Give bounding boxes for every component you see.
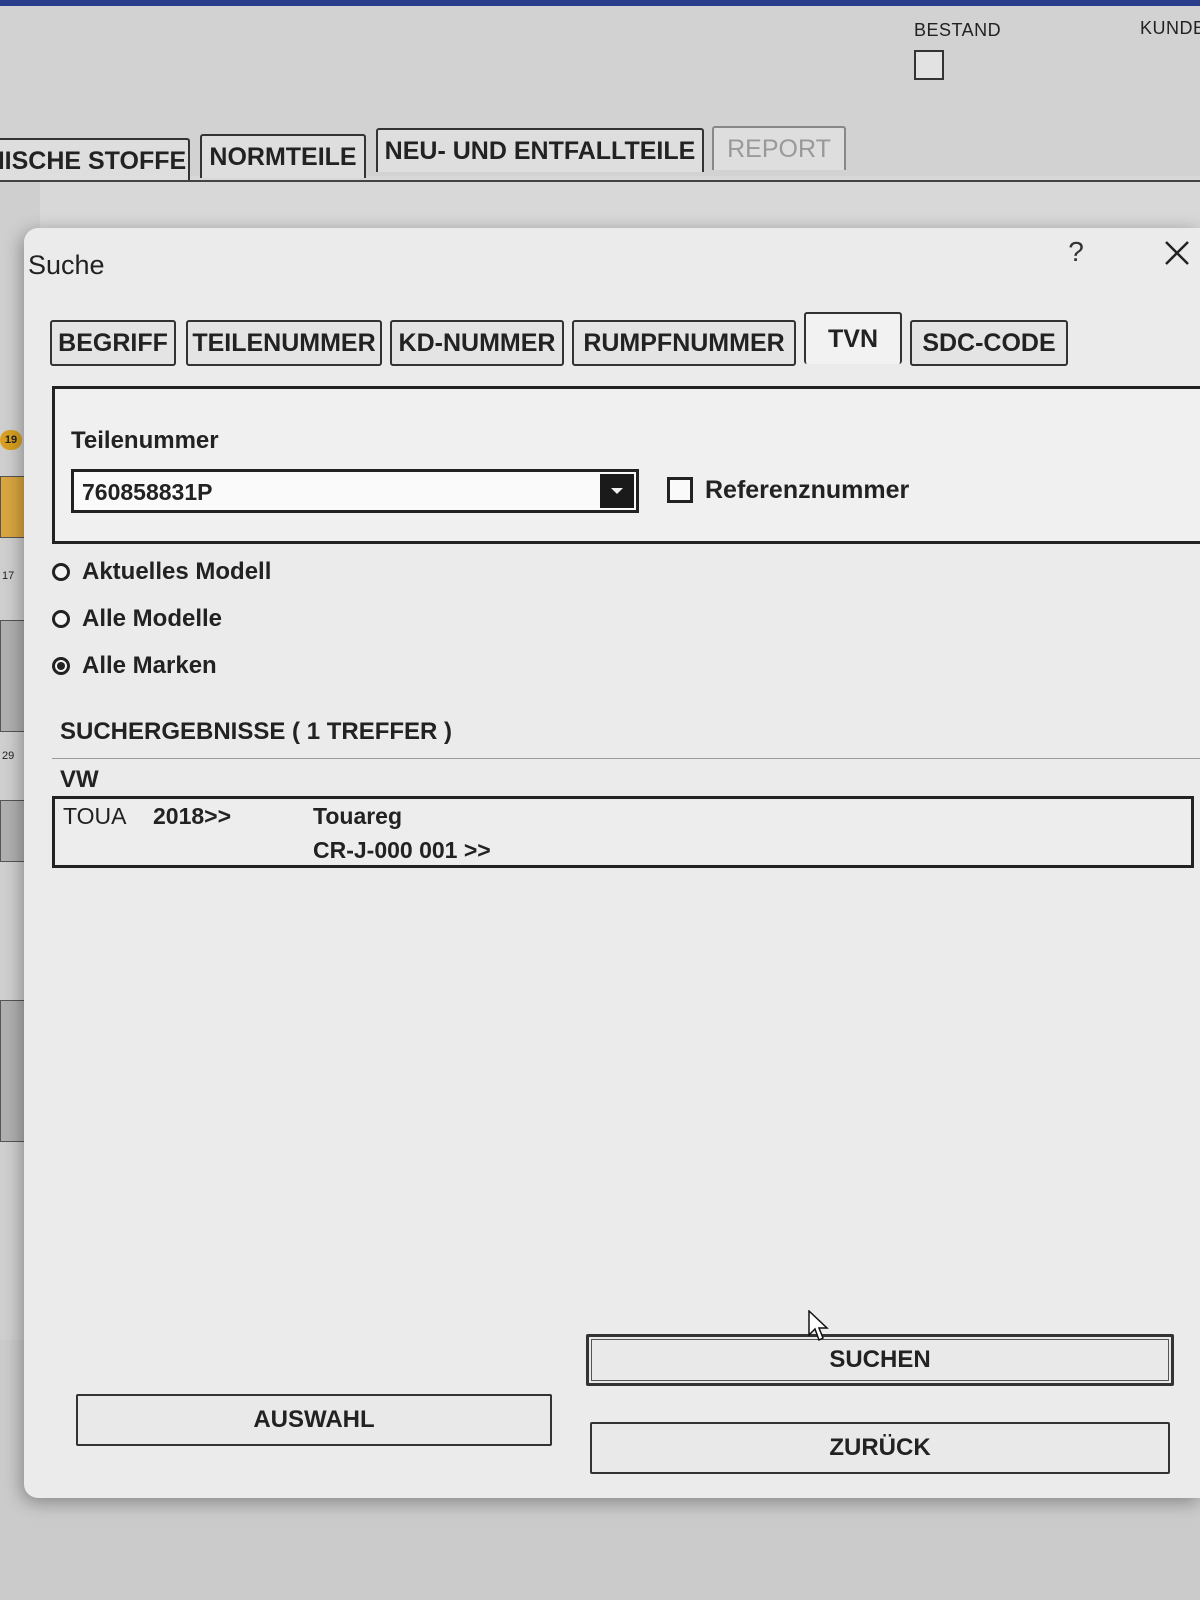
radio-label: Alle Modelle xyxy=(82,605,223,632)
teilenummer-label: Teilenummer xyxy=(71,427,219,454)
search-criteria-panel: Teilenummer 760858831P Referenznummer xyxy=(52,386,1200,544)
help-icon: ? xyxy=(1068,236,1084,267)
radio-alle-modelle[interactable]: Alle Modelle xyxy=(52,605,222,633)
bg-mark-29: 29 xyxy=(2,750,15,762)
bg-badge-text: 19 xyxy=(4,434,18,446)
tab-sdc-code[interactable]: SDC-CODE xyxy=(910,320,1068,366)
kunde-label: KUNDE xyxy=(1140,18,1200,38)
dropdown-button[interactable] xyxy=(600,474,634,508)
radio-label: Alle Marken xyxy=(82,652,217,679)
tab-rumpfnummer[interactable]: RUMPFNUMMER xyxy=(572,320,796,366)
radio-alle-marken[interactable]: Alle Marken xyxy=(52,652,217,680)
radio-aktuelles-modell[interactable]: Aktuelles Modell xyxy=(52,558,271,586)
bg-tab-divider xyxy=(0,180,1200,182)
result-model-name: Touareg xyxy=(313,803,403,829)
bestand-checkbox[interactable] xyxy=(914,50,944,80)
radio-button-selected[interactable] xyxy=(52,657,70,675)
bg-tab-neu-und-entfallteile[interactable]: NEU- UND ENTFALLTEILE xyxy=(376,128,704,172)
bg-tab-report: REPORT xyxy=(712,126,846,170)
tab-label: TVN xyxy=(828,324,878,353)
radio-label: Aktuelles Modell xyxy=(82,558,272,585)
radio-button[interactable] xyxy=(52,610,70,628)
search-button-label: SUCHEN xyxy=(829,1346,931,1373)
tab-label: KD-NUMMER xyxy=(398,328,556,357)
bg-tab-label: NEU- UND ENTFALLTEILE xyxy=(384,136,696,165)
mouse-cursor-icon xyxy=(808,1310,829,1342)
search-button[interactable]: SUCHEN xyxy=(586,1334,1174,1386)
bg-tab-label: MISCHE STOFFE xyxy=(0,146,187,175)
tab-kd-nummer[interactable]: KD-NUMMER xyxy=(390,320,564,366)
bg-illustration-part xyxy=(0,1000,26,1142)
bg-callout-badge: 19 xyxy=(0,430,22,450)
tab-label: BEGRIFF xyxy=(58,328,168,357)
bg-tab-label: REPORT xyxy=(727,134,831,163)
teilenummer-combobox[interactable]: 760858831P xyxy=(71,469,639,513)
bestand-label: BESTAND xyxy=(914,20,1002,40)
results-divider xyxy=(52,758,1200,759)
bg-illustration-part xyxy=(0,800,26,862)
select-button[interactable]: AUSWAHL xyxy=(76,1394,552,1446)
bg-tab-mische-stoffe[interactable]: MISCHE STOFFE xyxy=(0,138,190,182)
bg-tab-label: NORMTEILE xyxy=(209,142,357,171)
result-model-code: TOUA xyxy=(63,803,127,829)
tab-label: RUMPFNUMMER xyxy=(583,328,785,357)
app-window: BESTAND KUNDE MISCHE STOFFE NORMTEILE NE… xyxy=(0,0,1200,1600)
tab-tvn[interactable]: TVN xyxy=(804,312,902,364)
bg-tab-normteile[interactable]: NORMTEILE xyxy=(200,134,366,178)
bg-mark-17: 17 xyxy=(2,570,15,582)
select-button-label: AUSWAHL xyxy=(253,1406,375,1433)
back-button[interactable]: ZURÜCK xyxy=(590,1422,1170,1474)
tab-label: TEILENUMMER xyxy=(192,328,376,357)
close-button[interactable] xyxy=(1154,230,1200,276)
referenznummer-checkbox[interactable] xyxy=(667,477,693,503)
chevron-down-icon xyxy=(611,488,623,494)
teilenummer-value: 760858831P xyxy=(82,479,213,505)
tab-label: SDC-CODE xyxy=(922,328,1056,357)
close-icon xyxy=(1165,241,1189,265)
radio-button[interactable] xyxy=(52,563,70,581)
back-button-label: ZURÜCK xyxy=(829,1434,931,1461)
brand-group-label: VW xyxy=(60,766,99,793)
radio-selected-dot xyxy=(57,662,65,670)
search-dialog: Suche ? BEGRIFF TEILENUMMER KD-NUMMER RU… xyxy=(24,228,1200,1498)
results-heading: SUCHERGEBNISSE ( 1 TREFFER ) xyxy=(60,718,453,745)
result-row[interactable]: TOUA 2018>> Touareg CR-J-000 001 >> xyxy=(52,796,1194,868)
referenznummer-label: Referenznummer xyxy=(705,476,910,504)
help-button[interactable]: ? xyxy=(1056,232,1096,272)
bg-illustration-part xyxy=(0,476,26,538)
bg-illustration-part xyxy=(0,620,26,732)
tab-begriff[interactable]: BEGRIFF xyxy=(50,320,176,366)
tab-teilenummer[interactable]: TEILENUMMER xyxy=(186,320,382,366)
result-range: CR-J-000 001 >> xyxy=(313,837,491,863)
result-year: 2018>> xyxy=(153,803,232,829)
dialog-title: Suche xyxy=(28,250,105,280)
